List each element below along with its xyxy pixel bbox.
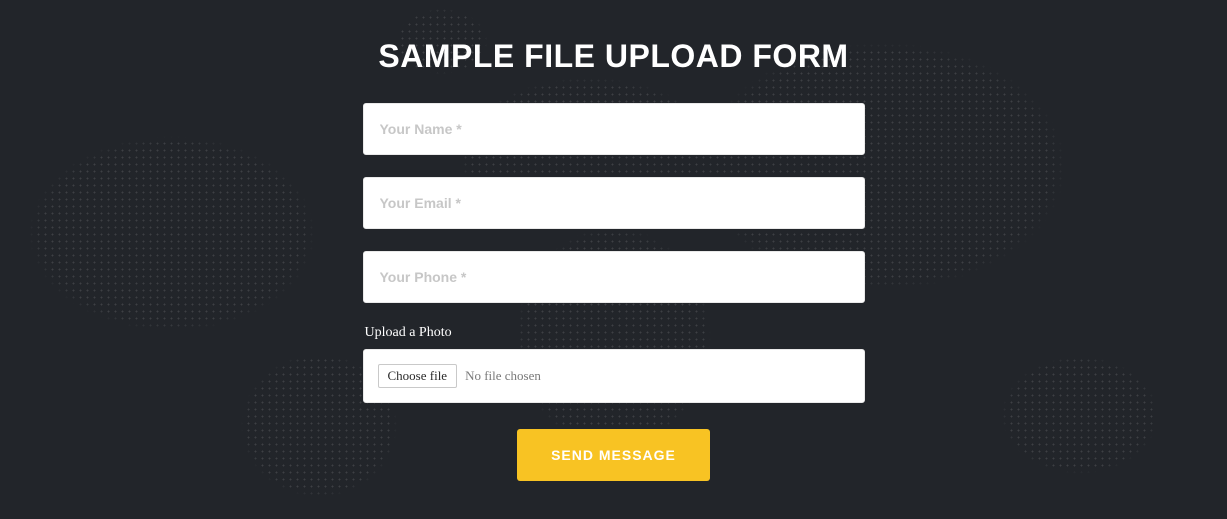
email-input[interactable] xyxy=(363,177,865,229)
send-message-button[interactable]: SEND MESSAGE xyxy=(517,429,710,481)
phone-input[interactable] xyxy=(363,251,865,303)
file-upload-box[interactable]: Choose file No file chosen xyxy=(363,349,865,403)
file-status-text: No file chosen xyxy=(465,368,541,384)
upload-label: Upload a Photo xyxy=(365,325,865,341)
form-title: SAMPLE FILE UPLOAD FORM xyxy=(363,38,865,75)
choose-file-button[interactable]: Choose file xyxy=(378,364,458,388)
name-input[interactable] xyxy=(363,103,865,155)
form-container: SAMPLE FILE UPLOAD FORM Upload a Photo C… xyxy=(363,0,865,481)
